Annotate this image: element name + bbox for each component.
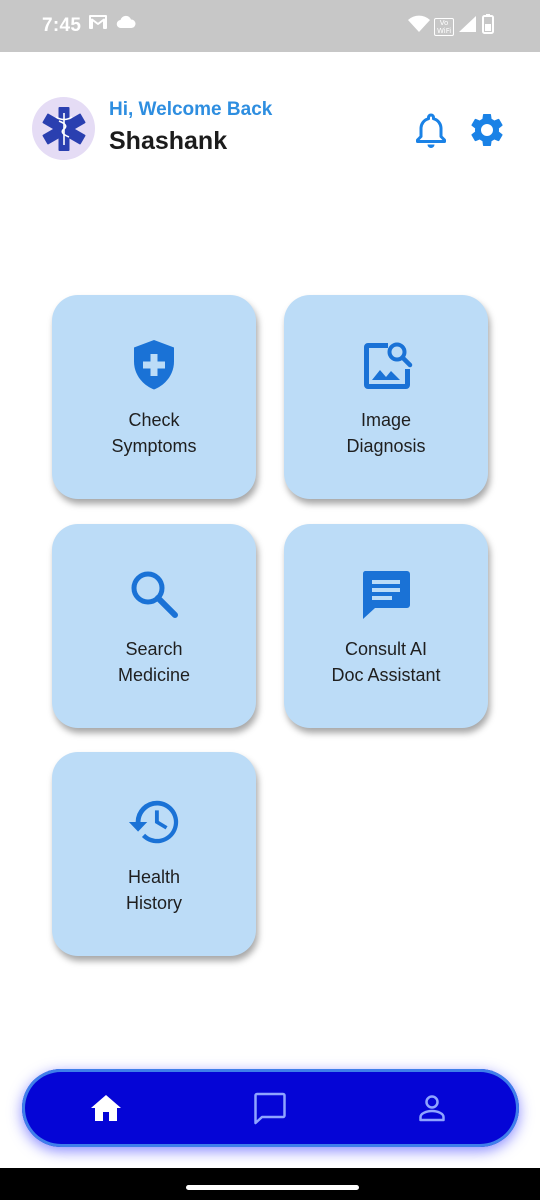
card-label-line1: Search [125,639,183,659]
profile-icon [419,1095,445,1122]
shield-plus-icon [126,337,182,393]
image-diagnosis-card[interactable]: Image Diagnosis [284,295,488,499]
vowifi-top-text: Vo [439,18,449,27]
bottom-nav-bar [22,1069,519,1147]
gmail-icon [88,14,108,35]
card-label-line2: Doc Assistant [331,665,441,685]
card-label-line1: Check [128,410,180,430]
nav-chat-button[interactable] [250,1088,290,1128]
card-label: Search Medicine [64,636,244,688]
image-search-icon [358,337,414,393]
chat-outline-icon [254,1092,286,1125]
card-label-line2: History [125,893,182,913]
status-notification-icons [88,14,136,35]
card-label-line2: Symptoms [111,436,197,456]
status-bar: 7:45 Vo WiFi [0,0,540,52]
vowifi-bottom-text: WiFi [437,26,452,35]
wifi-icon [408,15,430,38]
battery-icon [482,14,494,39]
card-label-line1: Consult AI [344,639,428,659]
chat-icon [358,566,414,622]
card-label: Consult AI Doc Assistant [296,636,476,688]
gear-icon [471,113,503,146]
card-label: Health History [64,864,244,916]
card-label-line1: Health [127,867,181,887]
status-system-icons: Vo WiFi [408,14,494,39]
notifications-button[interactable] [413,111,449,149]
vowifi-icon: Vo WiFi [434,17,454,36]
card-label-line1: Image [360,410,412,430]
signal-icon [458,15,478,38]
card-label-line2: Diagnosis [346,436,426,456]
cloud-icon [116,15,136,34]
nav-profile-button[interactable] [412,1088,452,1128]
greeting-text: Hi, Welcome Back [109,99,273,120]
system-navigation-bar [0,1168,540,1200]
nav-home-button[interactable] [86,1088,126,1128]
history-icon [126,794,182,850]
consult-ai-card[interactable]: Consult AI Doc Assistant [284,524,488,728]
star-of-life-icon [42,106,85,151]
home-icon [91,1095,121,1121]
bell-icon [416,113,446,148]
settings-button[interactable] [467,110,507,150]
health-history-card[interactable]: Health History [52,752,256,956]
avatar[interactable] [32,97,95,160]
card-label-line2: Medicine [117,665,191,685]
card-label: Check Symptoms [64,407,244,459]
status-time: 7:45 [42,15,82,36]
search-medicine-card[interactable]: Search Medicine [52,524,256,728]
home-gesture-handle[interactable] [186,1185,359,1190]
user-name: Shashank [109,127,228,155]
card-label: Image Diagnosis [296,407,476,459]
search-icon [126,566,182,622]
check-symptoms-card[interactable]: Check Symptoms [52,295,256,499]
